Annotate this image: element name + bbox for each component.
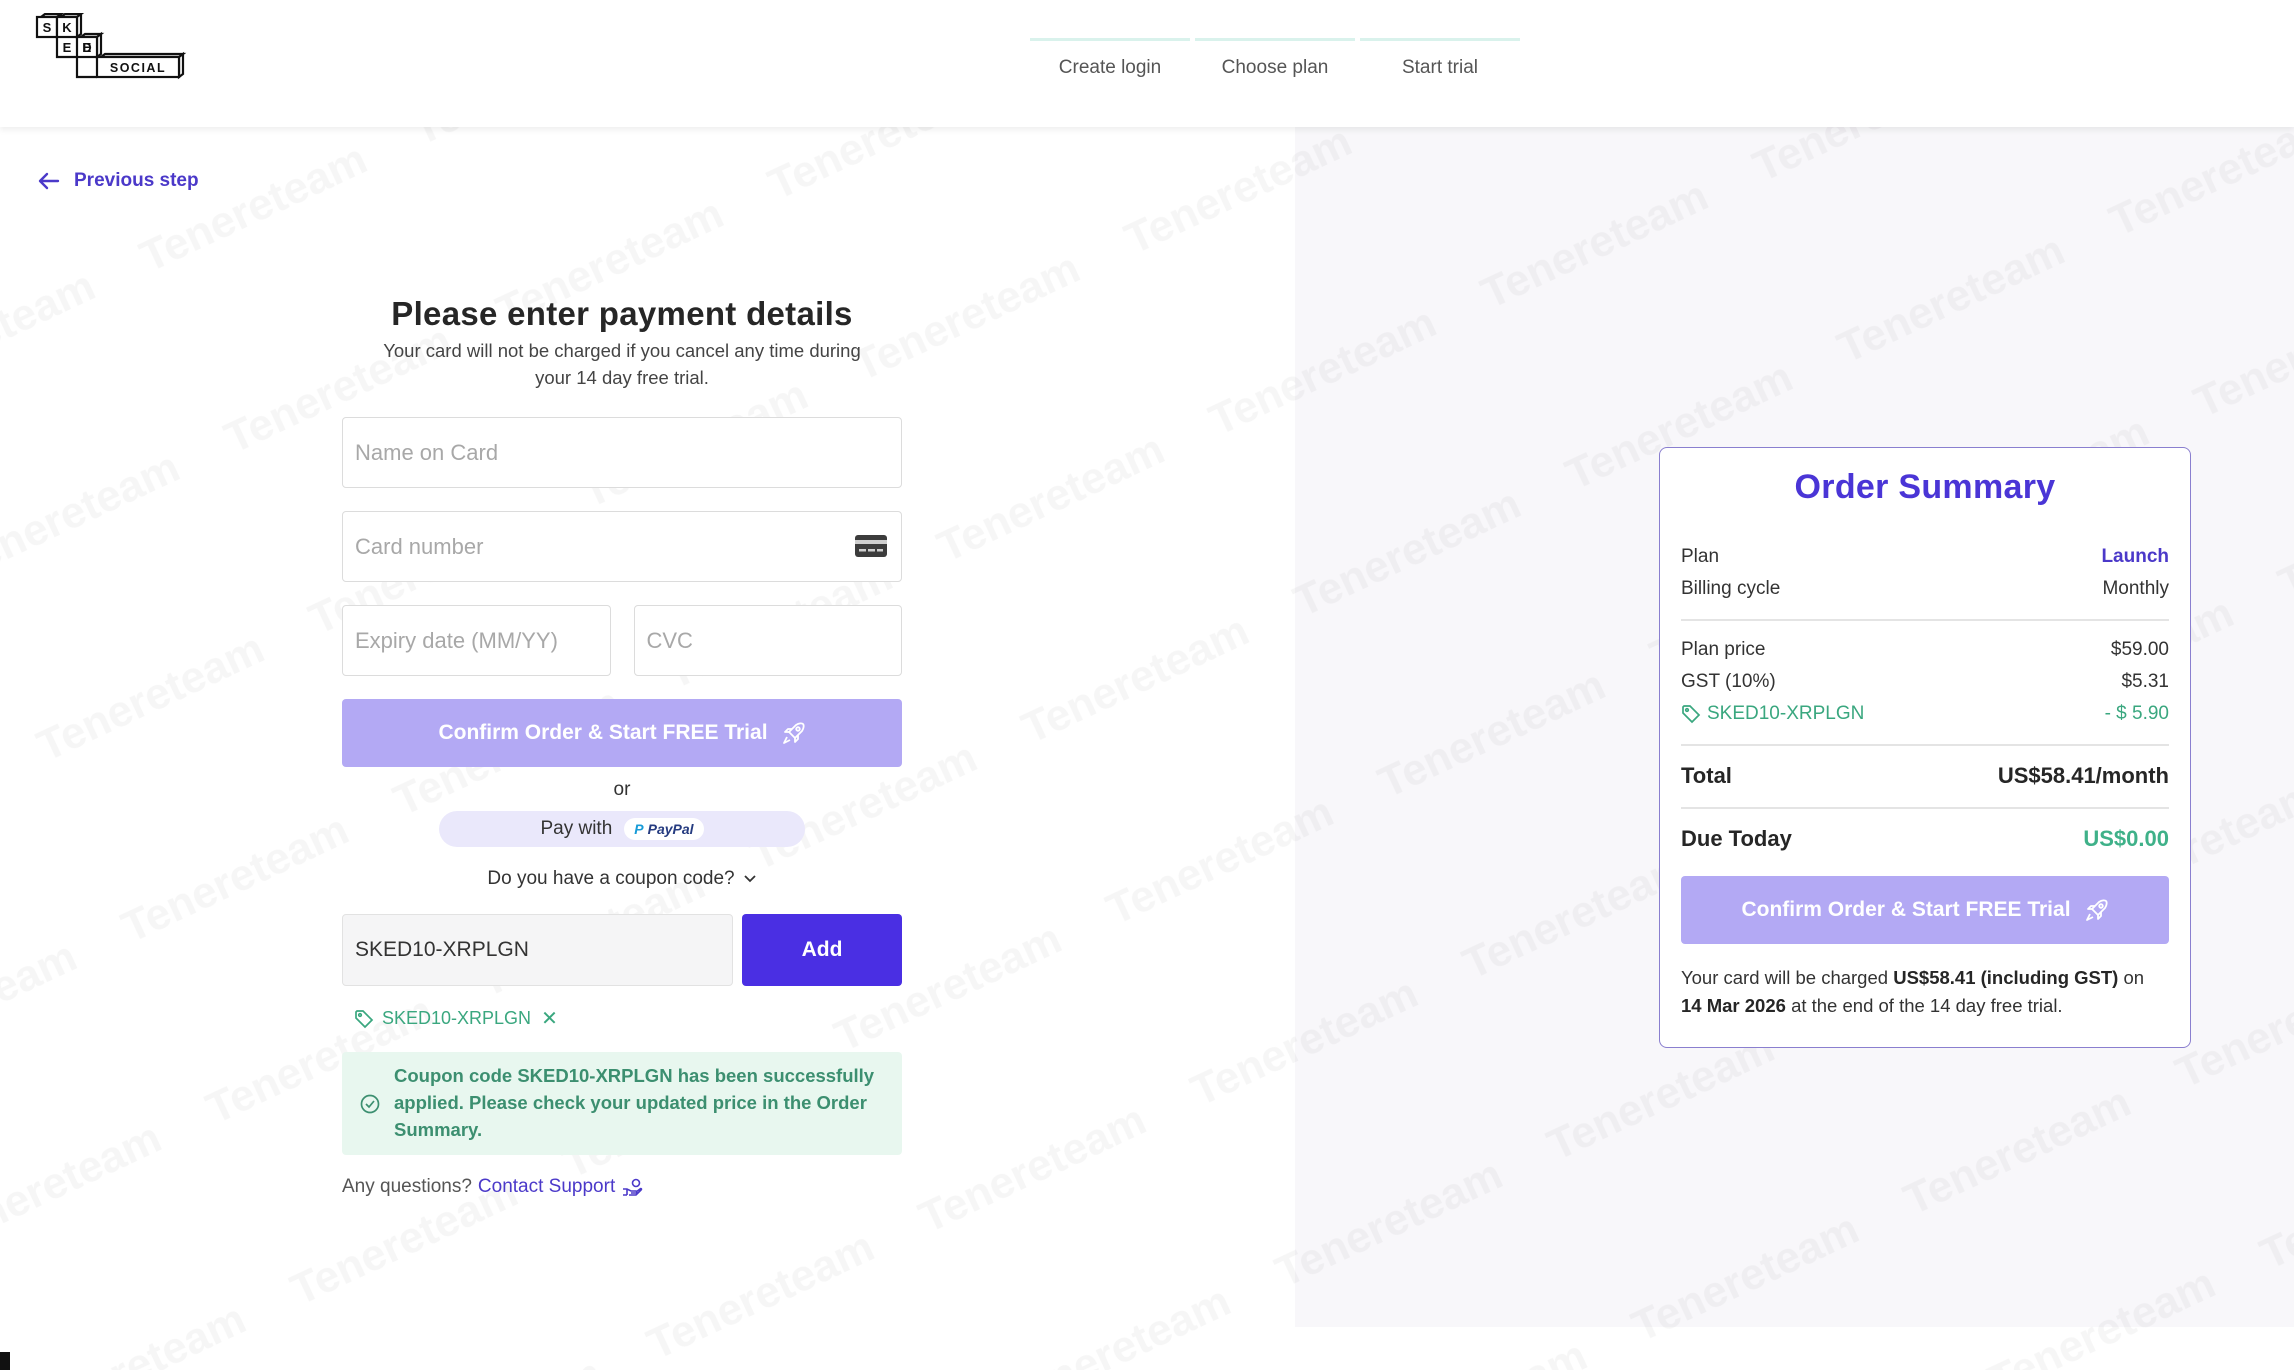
page-title: Please enter payment details [391,295,853,332]
coupon-success-message: Coupon code SKED10-XRPLGN has been succe… [394,1065,875,1140]
credit-card-icon [855,535,887,557]
expiry-date-field[interactable]: Expiry date (MM/YY) [342,605,611,676]
step-choose-plan: Choose plan [1195,38,1355,79]
confirm-order-button[interactable]: Confirm Order & Start FREE Trial [342,699,902,767]
progress-steps: Create login Choose plan Start trial [1030,38,1520,88]
summary-row-total: Total US$58.41/month [1681,763,2169,788]
summary-row-gst: GST (10%) $5.31 [1681,671,2169,692]
add-coupon-button[interactable]: Add [742,914,902,986]
window-corner [0,1352,10,1370]
card-number-field[interactable]: Card number [342,511,902,582]
coupon-toggle[interactable]: Do you have a coupon code? [342,868,902,890]
previous-step-label: Previous step [74,170,199,191]
summary-row-plan: Plan Launch [1681,546,2169,567]
rocket-icon [2085,899,2108,921]
order-summary-card: Order Summary Plan Launch Billing cycle Mo… [1659,447,2191,1048]
paypal-button[interactable]: Pay with P PayPal [439,811,805,847]
svg-text:S: S [43,20,52,35]
divider [1681,807,2169,809]
cvc-field[interactable]: CVC [633,605,902,676]
summary-row-plan-price: Plan price $59.00 [1681,639,2169,660]
divider [1681,619,2169,621]
support-line: Any questions? Contact Support [342,1176,902,1198]
tag-icon [355,1009,374,1028]
remove-coupon-icon[interactable]: ✕ [541,1006,558,1031]
check-circle-icon [360,1094,380,1114]
applied-coupon-code: SKED10-XRPLGN [382,1008,532,1028]
rocket-icon [782,722,805,744]
svg-text:SOCIAL: SOCIAL [110,61,166,75]
charge-note: Your card will be charged US$58.41 (incl… [1681,967,2145,1016]
or-divider: or [613,779,631,800]
arrow-left-icon [38,172,60,190]
contact-support-link[interactable]: Contact Support [478,1176,615,1198]
header: SK E SOCIAL ED Create login Choose plan … [0,0,2294,127]
divider [1681,744,2169,746]
previous-step-link[interactable]: Previous step [38,170,199,192]
summary-row-billing-cycle: Billing cycle Monthly [1681,578,2169,599]
payment-form: Please enter payment details Your card w… [342,295,902,1198]
chevron-down-icon [743,875,756,883]
coupon-success-alert: Coupon code SKED10-XRPLGN has been succe… [342,1052,902,1155]
svg-text:E: E [63,40,72,55]
sked-social-logo[interactable]: SK E SOCIAL ED [35,11,188,113]
summary-row-coupon: SKED10-XRPLGN - $ 5.90 [1681,698,2169,730]
tag-icon [1682,705,1701,724]
order-summary-title: Order Summary [1794,468,2056,506]
summary-row-due-today: Due Today US$0.00 [1681,826,2169,851]
step-create-login: Create login [1030,38,1190,79]
svg-text:D: D [82,40,91,55]
coupon-code-input[interactable]: SKED10-XRPLGN [342,914,733,986]
paypal-logo: P PayPal [624,818,704,840]
support-icon [623,1178,643,1196]
name-on-card-field[interactable]: Name on Card [342,417,902,488]
summary-confirm-order-button[interactable]: Confirm Order & Start FREE Trial [1681,876,2169,944]
step-start-trial: Start trial [1360,38,1520,79]
applied-coupon-tag: SKED10-XRPLGN ✕ [354,1006,902,1031]
page-subtitle: Your card will not be charged if you can… [383,340,861,388]
svg-text:K: K [62,20,72,35]
